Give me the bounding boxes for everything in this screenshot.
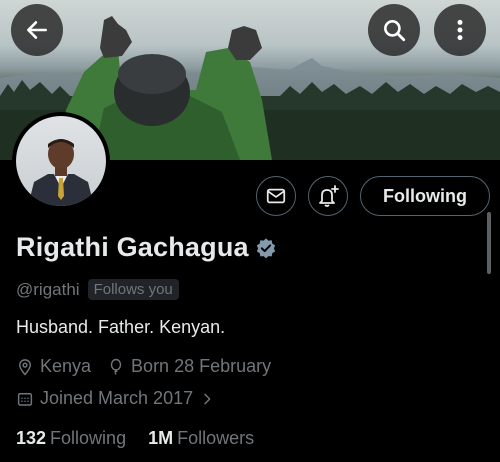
more-options-button[interactable] xyxy=(434,4,486,56)
following-button[interactable]: Following xyxy=(360,176,490,216)
chevron-right-icon xyxy=(204,393,211,404)
follows-you-badge: Follows you xyxy=(87,279,179,300)
envelope-icon xyxy=(266,188,286,204)
search-button[interactable] xyxy=(368,4,420,56)
message-button[interactable] xyxy=(256,176,296,216)
followers-count: 1M xyxy=(148,428,174,448)
bell-plus-icon xyxy=(319,185,339,207)
avatar-photo xyxy=(16,116,106,206)
birthday-item: Born 28 February xyxy=(107,356,271,377)
handle-row: @rigathi Follows you xyxy=(16,279,179,300)
verified-badge-icon[interactable] xyxy=(255,237,277,259)
joined-item[interactable]: Joined March 2017 xyxy=(16,388,215,409)
balloon-icon xyxy=(110,358,122,375)
profile-name: Rigathi Gachagua xyxy=(16,232,249,262)
arrow-left-icon xyxy=(27,21,47,39)
followers-stat[interactable]: 1M Followers xyxy=(148,428,254,449)
profile-bio: Husband. Father. Kenyan. xyxy=(16,317,226,337)
search-icon xyxy=(384,20,406,42)
joined-text: Joined March 2017 xyxy=(40,388,194,408)
location-item: Kenya xyxy=(16,356,91,377)
notifications-button[interactable] xyxy=(308,176,348,216)
profile-name-row: Rigathi Gachagua xyxy=(16,232,277,263)
birthday-text: Born 28 February xyxy=(131,356,272,376)
profile-handle: @rigathi xyxy=(16,279,80,299)
following-stat[interactable]: 132 Following xyxy=(16,428,126,449)
location-text: Kenya xyxy=(40,356,92,376)
followers-label: Followers xyxy=(177,428,255,448)
joined-row[interactable]: Joined March 2017 xyxy=(16,388,231,409)
following-count: 132 xyxy=(16,428,47,448)
avatar[interactable] xyxy=(12,112,110,210)
location-pin-icon xyxy=(19,358,31,376)
more-vertical-icon xyxy=(457,19,463,41)
profile-meta-row: Kenya Born 28 February xyxy=(16,356,287,377)
back-button[interactable] xyxy=(11,4,63,56)
calendar-icon xyxy=(17,392,33,406)
follow-stats: 132 Following 1M Followers xyxy=(16,428,276,449)
scrollbar[interactable] xyxy=(487,212,491,274)
following-label: Following xyxy=(50,428,127,448)
